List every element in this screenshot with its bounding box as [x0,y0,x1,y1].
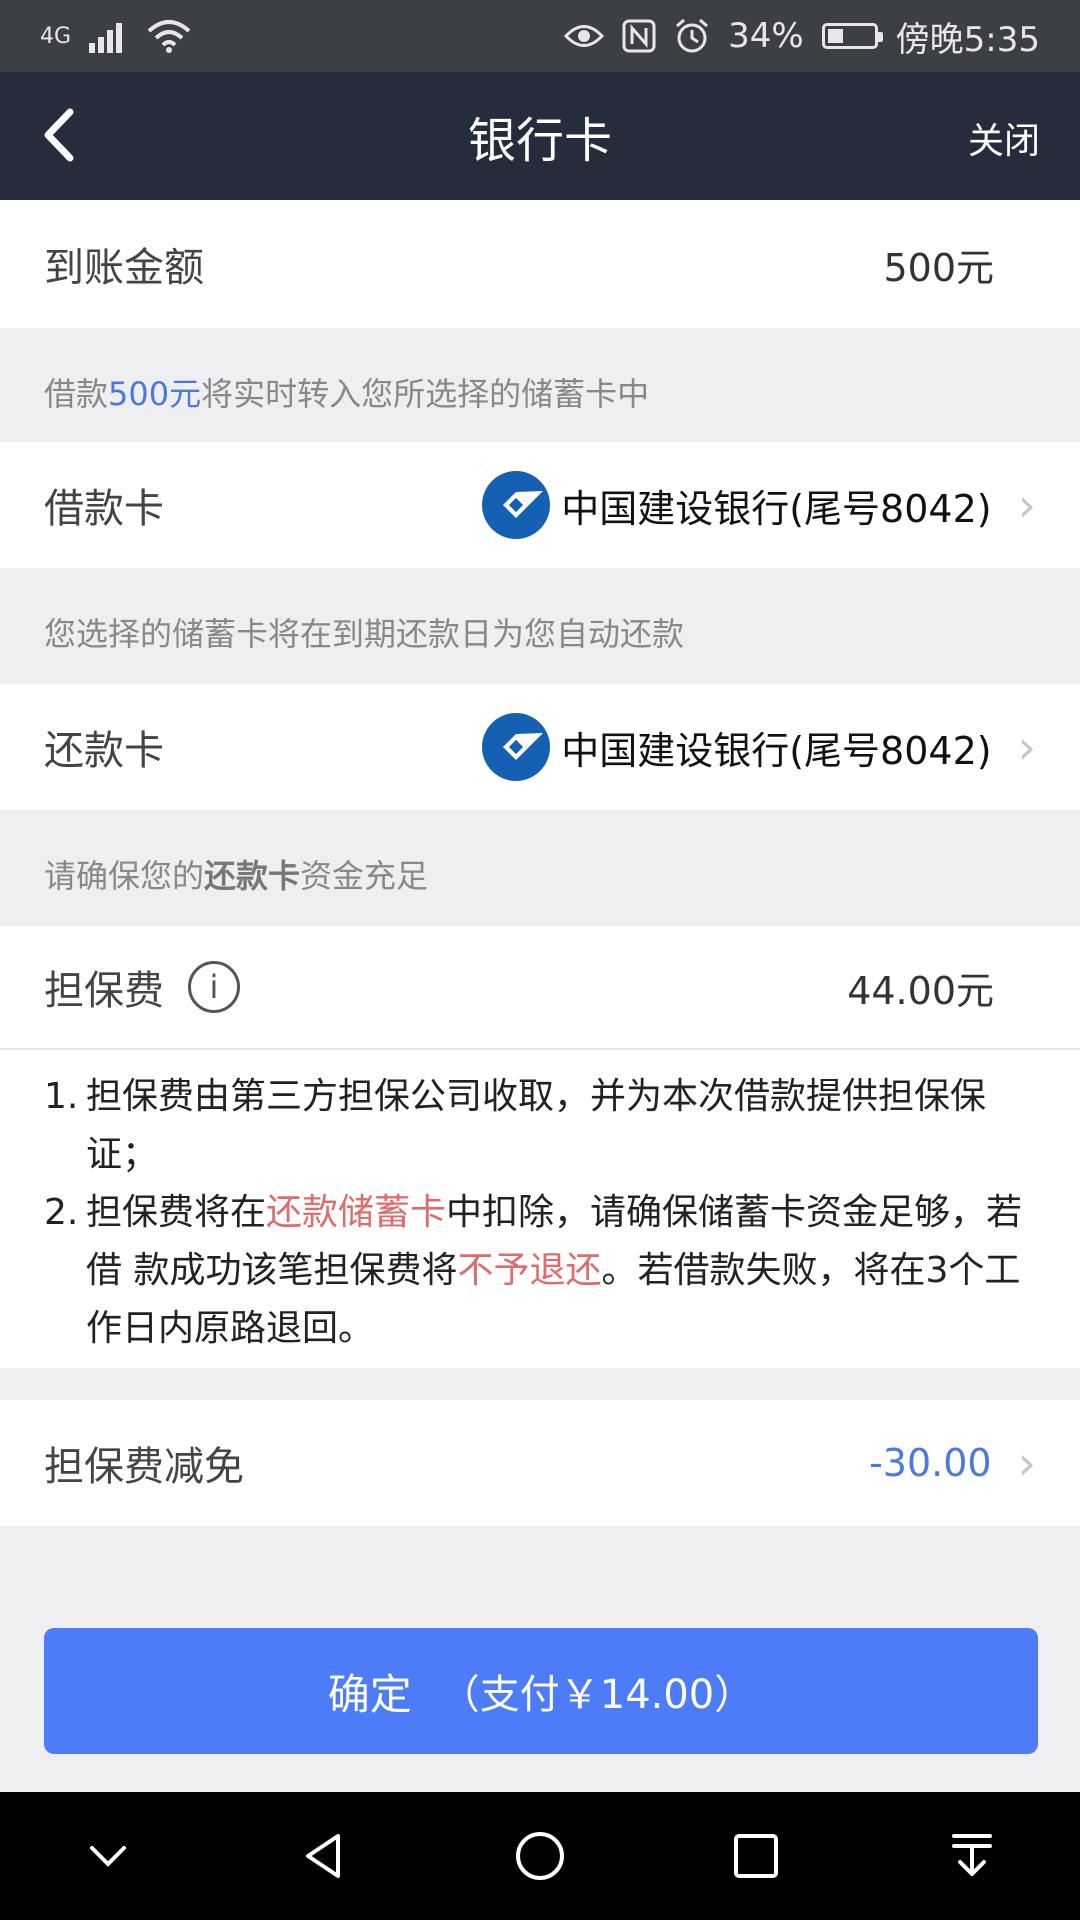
guarantee-terms: 1. 担保费由第三方担保公司收取，并为本次借款提供担保保证； 2. 担保费将在还… [0,1050,1080,1368]
signal-icon [89,23,123,53]
term-text-part: 担保费将在 [86,1192,267,1233]
guarantee-fee-row: 担保费 i 44.00元 [0,926,1080,1048]
transfer-hint: 借款 500元 将实时转入您所选择的储蓄卡中 [0,334,1080,450]
transfer-hint-suffix: 将实时转入您所选择的储蓄卡中 [201,375,650,413]
funds-hint-prefix: 请确保您的 [44,857,205,895]
nfc-icon [622,19,656,53]
recent-apps-icon[interactable] [726,1826,786,1886]
discount-value-group: -30.00 › [869,1436,1036,1490]
term-text: 担保费由第三方担保公司收取，并为本次借款提供担保保证； [86,1076,987,1175]
loan-card-bank: 中国建设银行(尾号8042) [561,486,992,531]
repay-card-value: 中国建设银行(尾号8042) › [481,712,1036,782]
repay-card-label: 还款卡 [44,728,164,774]
discount-value: -30.00 [869,1441,992,1485]
status-right: 34% 傍晚5:35 [564,12,1040,61]
confirm-label: 确定 [327,1669,412,1719]
term-item: 2. 担保费将在还款储蓄卡中扣除，请确保储蓄卡资金足够，若借 款成功该笔担保费将… [44,1184,1056,1358]
battery-icon [821,23,883,49]
term-text: 担保费将在还款储蓄卡中扣除，请确保储蓄卡资金足够，若借 款成功该笔担保费将不予退… [86,1184,1056,1358]
term-number: 1. [44,1076,79,1117]
status-bar: 4G 34% 傍晚5:35 [0,0,1080,72]
clock: 傍晚5:35 [895,19,1040,60]
chevron-right-icon: › [1017,478,1036,532]
guarantee-fee-label: 担保费 [44,968,164,1014]
guarantee-fee-value: 44.00元 [847,968,994,1013]
confirm-amount: （支付￥14.00） [439,1672,755,1718]
funds-hint-bold: 还款卡 [204,857,301,895]
chevron-right-icon: › [1017,720,1036,774]
transfer-hint-prefix: 借款 [44,375,109,413]
loan-card-row[interactable]: 借款卡 中国建设银行(尾号8042) › [0,442,1080,568]
term-number: 2. [44,1192,79,1233]
loan-card-label: 借款卡 [44,486,164,532]
home-circle-icon[interactable] [510,1826,570,1886]
amount-row: 到账金额 500元 [0,200,1080,328]
term-highlight: 还款储蓄卡 [266,1192,447,1233]
repay-card-bank: 中国建设银行(尾号8042) [561,728,992,773]
chevron-right-icon: › [1017,1436,1036,1490]
chevron-down-icon[interactable] [78,1826,138,1886]
system-nav-bar [0,1792,1080,1920]
amount-label: 到账金额 [44,245,204,291]
transfer-hint-amount: 500元 [108,375,202,413]
eye-icon [564,25,605,47]
network-type: 4G [40,23,72,49]
discount-row[interactable]: 担保费减免 -30.00 › [0,1400,1080,1526]
notification-pull-icon[interactable] [942,1826,1002,1886]
ccb-bank-logo-icon [482,471,551,539]
battery-fill [827,29,843,43]
discount-label: 担保费减免 [44,1444,244,1490]
funds-hint-suffix: 资金充足 [300,857,429,895]
repay-card-row[interactable]: 还款卡 中国建设银行(尾号8042) › [0,684,1080,810]
funds-hint: 请确保您的 还款卡 资金充足 [0,816,1080,932]
guarantee-fee-label-group: 担保费 i [44,958,240,1016]
page-title: 银行卡 [467,113,612,169]
wifi-icon [147,20,191,53]
info-icon[interactable]: i [188,961,240,1013]
back-arrow-icon[interactable] [30,100,90,170]
ccb-bank-logo-icon [482,713,551,781]
term-highlight: 不予退还 [457,1250,602,1291]
amount-value: 500元 [883,245,994,290]
nav-bar: 银行卡 关闭 [0,72,1080,200]
back-triangle-icon[interactable] [294,1826,354,1886]
loan-card-value: 中国建设银行(尾号8042) › [481,470,1036,540]
auto-repay-hint: 您选择的储蓄卡将在到期还款日为您自动还款 [44,615,685,653]
battery-percent: 34% [728,16,804,56]
status-left: 4G [40,19,191,53]
alarm-icon [676,18,709,53]
close-button[interactable]: 关闭 [968,112,1040,164]
confirm-pay-button[interactable]: 确定 （支付￥14.00） [44,1628,1038,1754]
term-item: 1. 担保费由第三方担保公司收取，并为本次借款提供担保保证； [44,1068,1056,1184]
